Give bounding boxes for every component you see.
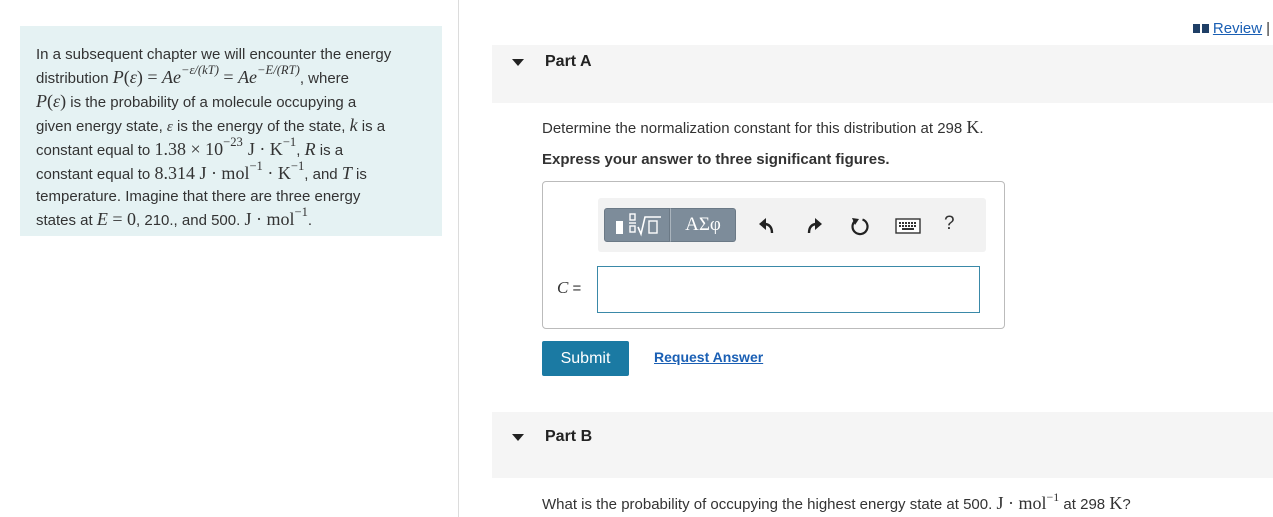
submit-button[interactable]: Submit	[542, 341, 629, 376]
problem-text: is the energy of the state,	[177, 118, 346, 135]
problem-text: , 210., and 500.	[136, 212, 241, 229]
problem-text: distribution	[36, 70, 109, 87]
math-symbol: E	[96, 209, 108, 229]
equals-sign: =	[568, 280, 582, 297]
answer-input[interactable]	[597, 266, 980, 313]
book-icon	[1192, 23, 1209, 33]
part-a-header[interactable]: Part A	[492, 45, 1273, 103]
math-symbol: Ae	[161, 67, 181, 87]
math-symbol: R	[304, 139, 316, 159]
question-text: ?	[1122, 496, 1131, 513]
math-symbol: ε	[166, 119, 173, 135]
problem-text: is a	[319, 142, 344, 159]
question-text: .	[979, 120, 984, 137]
review-label[interactable]: Review	[1213, 20, 1262, 37]
caret-down-icon[interactable]	[512, 59, 524, 66]
problem-line-5: constant equal to 1.38 × 10−23 J · K−1, …	[36, 135, 344, 159]
math-value: 1.38 × 10	[154, 139, 224, 159]
math-value: 8.314 J · mol	[154, 163, 250, 183]
problem-text: states at	[36, 212, 93, 229]
math-unit: · K	[262, 163, 291, 183]
question-text: at 298	[1063, 496, 1106, 513]
question-text: What is the probability of occupying the…	[542, 496, 993, 513]
math-exponent: −1	[249, 159, 263, 174]
undo-icon[interactable]	[756, 215, 778, 237]
reset-icon[interactable]	[848, 215, 870, 237]
math-value: = 0	[107, 209, 137, 229]
part-b-title[interactable]: Part B	[545, 428, 592, 446]
math-toolbar: ΑΣφ ?	[598, 198, 986, 252]
problem-text: is a	[361, 118, 386, 135]
math-exponent: −1	[282, 135, 297, 150]
problem-text: , and	[304, 166, 338, 183]
problem-line-2: distribution P(ε) = Ae−ε/(kT) = Ae−E/(RT…	[36, 63, 350, 87]
math-unit: J · mol	[996, 493, 1047, 513]
math-exponent: −1	[294, 205, 308, 220]
math-symbol: T	[341, 163, 352, 183]
problem-line-1: In a subsequent chapter we will encounte…	[36, 46, 392, 63]
math-symbol: Ae	[238, 67, 258, 87]
math-symbol: P	[36, 91, 47, 111]
problem-line-7: temperature. Imagine that there are thre…	[36, 188, 361, 205]
question-text: Determine the normalization constant for…	[542, 120, 963, 137]
problem-line-6: constant equal to 8.314 J · mol−1 · K−1,…	[36, 159, 430, 186]
math-symbol: C	[557, 278, 569, 297]
answer-variable-label: C =	[557, 278, 581, 298]
math-unit: J · mol	[244, 209, 295, 229]
redo-icon[interactable]	[803, 215, 825, 237]
problem-statement: In a subsequent chapter we will encounte…	[20, 26, 442, 236]
problem-text: constant equal to	[36, 166, 151, 183]
part-a-instruction: Express your answer to three significant…	[542, 151, 890, 168]
greek-symbols-button[interactable]: ΑΣφ	[670, 208, 736, 242]
math-exponent: −1	[1046, 490, 1060, 505]
problem-line-8: states at E = 0, 210., and 500. J · mol−…	[36, 205, 313, 229]
problem-text: , where	[299, 70, 350, 87]
math-unit: J · K	[247, 139, 283, 159]
problem-line-3: P(ε) is the probability of a molecule oc…	[36, 91, 357, 111]
math-unit: K	[966, 117, 980, 137]
math-exponent: −E/(RT)	[257, 63, 300, 78]
review-link[interactable]: Review |	[1192, 20, 1270, 37]
problem-text: given energy state,	[36, 118, 163, 135]
help-icon[interactable]: ?	[944, 213, 955, 235]
math-symbol: ε	[129, 67, 137, 87]
part-a-title[interactable]: Part A	[545, 53, 592, 71]
problem-text: is the probability of a molecule occupyi…	[70, 94, 357, 111]
math-symbol: P	[112, 67, 124, 87]
template-fraction-root-icon	[616, 213, 661, 237]
problem-text: is	[356, 166, 367, 183]
part-b-header[interactable]: Part B	[492, 412, 1273, 478]
part-a-question: Determine the normalization constant for…	[542, 117, 984, 138]
math-exponent: −1	[290, 159, 305, 174]
math-symbol: k	[349, 115, 358, 135]
keyboard-icon[interactable]	[895, 217, 921, 235]
math-exponent: −ε/(kT)	[180, 63, 219, 78]
problem-text: constant equal to	[36, 142, 151, 159]
review-separator: |	[1266, 20, 1270, 37]
request-answer-link[interactable]: Request Answer	[654, 349, 763, 365]
template-button[interactable]	[604, 208, 670, 242]
part-b-question: What is the probability of occupying the…	[542, 490, 1131, 514]
caret-down-icon[interactable]	[512, 434, 524, 441]
column-divider	[458, 0, 459, 517]
answer-box: ΑΣφ ? C =	[542, 181, 1005, 329]
math-exponent: −23	[223, 135, 243, 150]
math-unit: K	[1109, 493, 1123, 513]
